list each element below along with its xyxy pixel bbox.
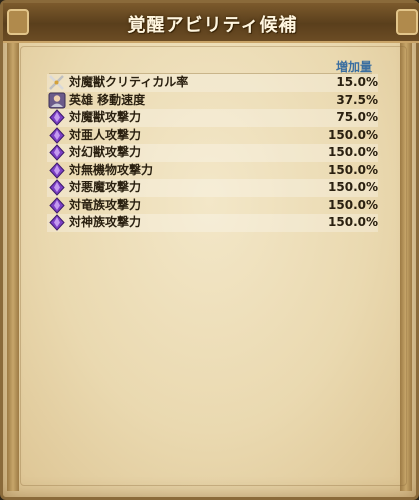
hero-portrait-icon [47, 92, 67, 109]
ability-value: 150.0% [328, 145, 378, 159]
purple-crystal-icon [47, 161, 67, 179]
ability-row: 対魔獣攻撃力 75.0% [47, 109, 378, 127]
ability-row: 対神族攻撃力 150.0% [47, 214, 378, 232]
title-bar: 覚醒アビリティ候補 [3, 3, 419, 43]
ability-row: 対無機物攻撃力 150.0% [47, 161, 378, 180]
ability-value: 150.0% [328, 162, 378, 177]
purple-crystal-icon [47, 126, 67, 144]
purple-crystal-icon [47, 109, 67, 126]
ability-name: 対無機物攻撃力 [69, 162, 154, 177]
ability-name: 対竜族攻撃力 [69, 197, 142, 212]
dialog-title: 覚醒アビリティ候補 [127, 15, 298, 36]
ability-row: 対悪魔攻撃力 150.0% [47, 179, 378, 197]
ability-value: 37.5% [336, 92, 378, 107]
ability-row: 対亜人攻撃力 150.0% [47, 126, 378, 145]
ability-row: 対魔獣クリティカル率 15.0% [47, 74, 378, 92]
frame-left [7, 43, 19, 491]
ability-row: 英雄 移動速度 37.5% [47, 92, 378, 110]
ability-name: 対悪魔攻撃力 [69, 180, 142, 194]
ability-value: 15.0% [336, 75, 378, 89]
ability-name: 対魔獣クリティカル率 [69, 75, 189, 89]
ability-name: 対魔獣攻撃力 [69, 110, 142, 124]
ability-name: 対幻獣攻撃力 [69, 145, 142, 159]
ability-value: 150.0% [328, 197, 378, 212]
ability-value: 150.0% [328, 180, 378, 194]
ability-value: 150.0% [328, 215, 378, 229]
ability-row: 対幻獣攻撃力 150.0% [47, 144, 378, 162]
ability-value: 150.0% [328, 127, 378, 142]
ability-name: 対亜人攻撃力 [69, 127, 142, 142]
ability-row: 対竜族攻撃力 150.0% [47, 196, 378, 215]
ability-name: 対神族攻撃力 [69, 215, 142, 229]
ability-list: 対魔獣クリティカル率 15.0% 英雄 移動速度 37.5% 対魔獣攻撃力 75… [47, 74, 378, 232]
purple-crystal-icon [47, 179, 67, 196]
frame-ornament-right [396, 9, 418, 35]
purple-crystal-icon [47, 196, 67, 214]
purple-crystal-icon [47, 144, 67, 161]
dialog-panel: 覚醒アビリティ候補 増加量 対魔獣クリティカル率 15.0% 英雄 移動速度 3… [0, 0, 419, 500]
ability-name: 英雄 移動速度 [69, 92, 146, 107]
ability-value: 75.0% [336, 110, 378, 124]
crossed-swords-icon [47, 74, 67, 91]
purple-crystal-icon [47, 214, 67, 231]
